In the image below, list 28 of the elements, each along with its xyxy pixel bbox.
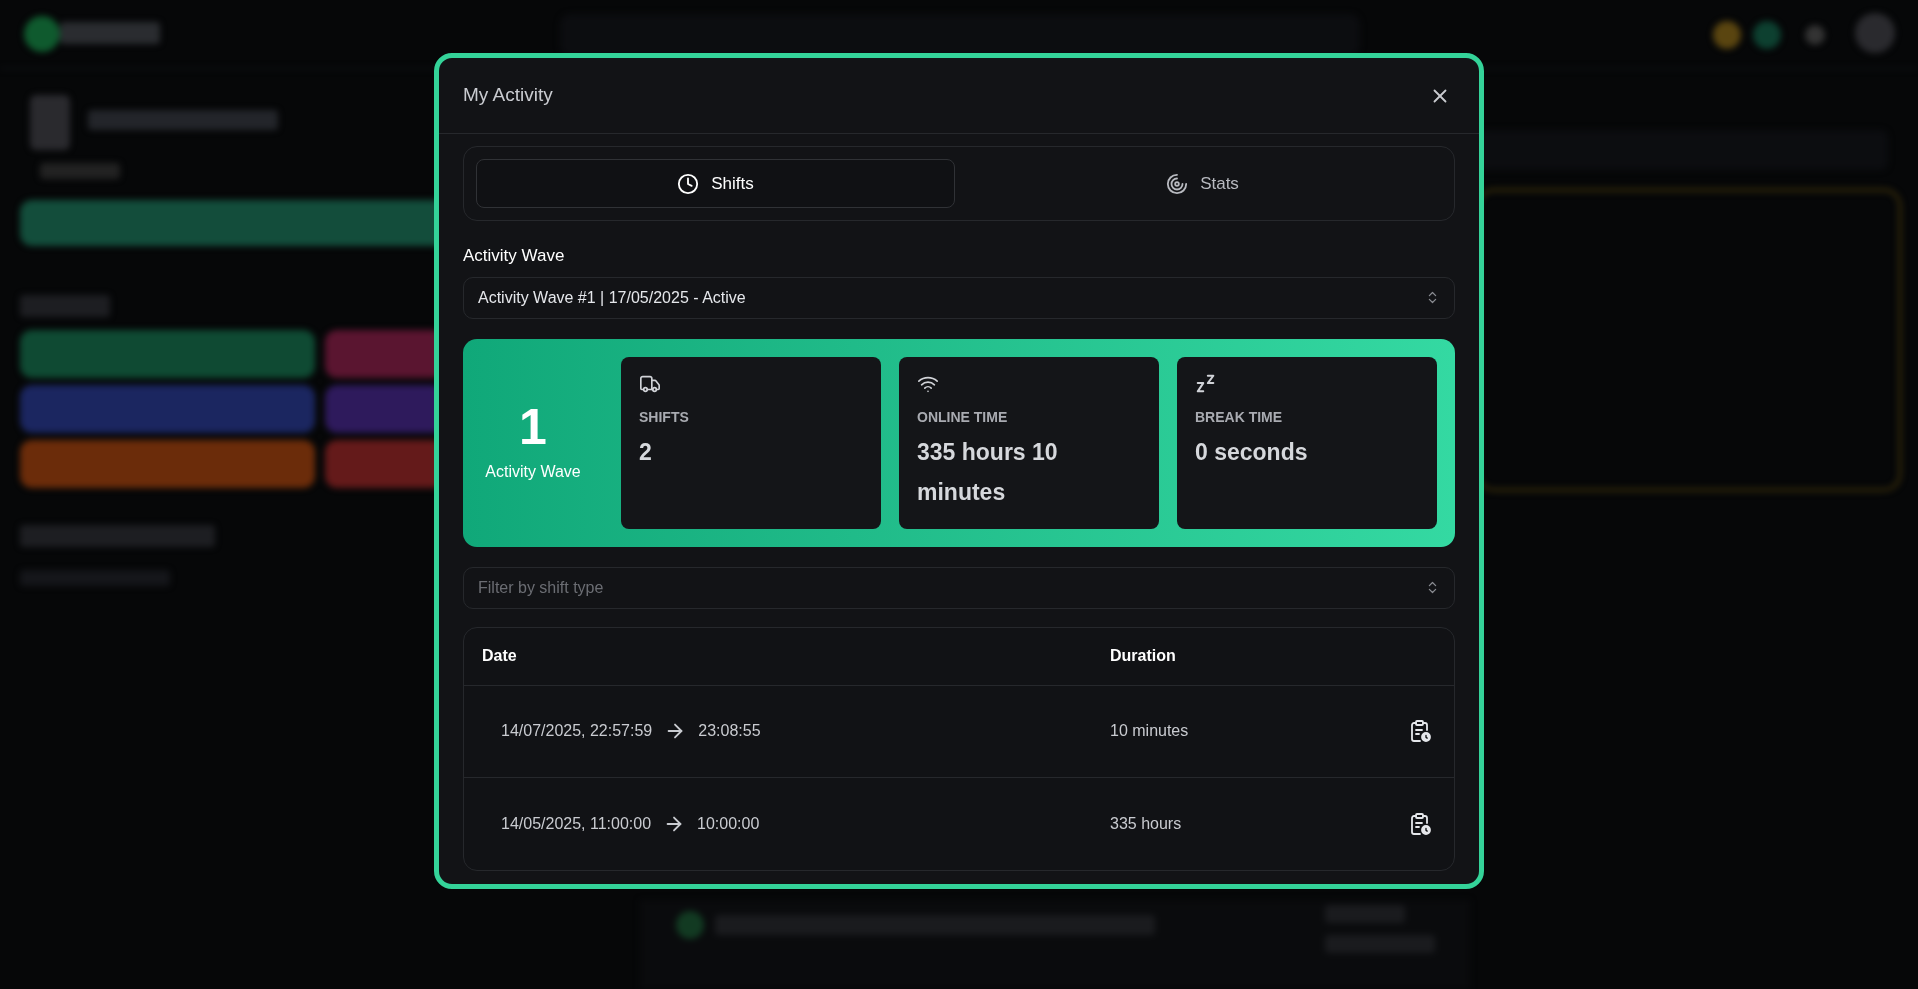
stat-label: ONLINE TIME xyxy=(917,407,1009,427)
start-time: 14/05/2025, 11:00:00 xyxy=(501,813,652,834)
stat-value: 0 seconds xyxy=(1195,437,1309,467)
wave-number: 1 xyxy=(519,401,547,452)
filter-input[interactable]: Filter by shift type xyxy=(478,575,1078,600)
start-time: 14/07/2025, 22:57:59 xyxy=(501,721,653,741)
shift-type-filter[interactable]: Filter by shift type xyxy=(463,566,1455,609)
wave-caption: Activity Wave xyxy=(485,461,581,482)
field-label: Activity Wave xyxy=(463,245,566,267)
dialog-title: My Activity xyxy=(463,83,553,108)
end-time: 23:08:55 xyxy=(698,721,761,741)
clock-icon xyxy=(677,172,700,195)
tab[interactable]: Shifts xyxy=(476,159,955,208)
duration-cell-text: 335 hours xyxy=(1110,813,1183,834)
sleep-icon xyxy=(1195,372,1217,395)
stat-label: SHIFTS xyxy=(639,407,690,427)
clipboard-clock-icon[interactable] xyxy=(1408,811,1432,836)
column-header: Duration xyxy=(1110,646,1176,666)
stat-value: 2 xyxy=(639,437,653,467)
clipboard-clock-icon[interactable] xyxy=(1408,719,1432,743)
target-icon xyxy=(1166,172,1189,195)
end-time: 10:00:00 xyxy=(697,813,760,834)
tab[interactable]: Stats xyxy=(963,159,1442,208)
stat-value: 335 hours 10 minutes xyxy=(917,437,1059,507)
duration-cell-text: 10 minutes xyxy=(1110,721,1190,741)
stat-label: BREAK TIME xyxy=(1195,407,1284,427)
activity-wave-select[interactable]: Activity Wave #1 | 17/05/2025 - Active xyxy=(463,276,1455,319)
column-header: Date xyxy=(482,646,518,666)
